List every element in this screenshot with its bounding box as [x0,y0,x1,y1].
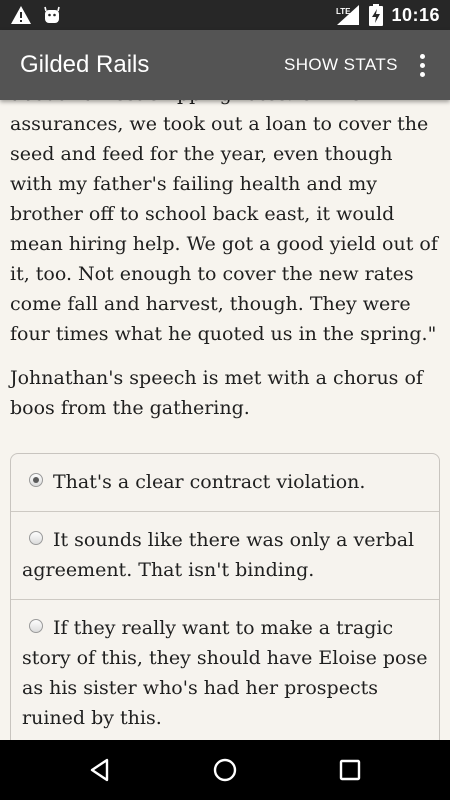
back-icon[interactable] [86,755,116,785]
android-icon [44,6,60,23]
radio-selected-icon[interactable] [29,473,43,487]
lte-signal-icon: LTE [336,5,360,25]
battery-charging-icon [369,4,384,26]
warning-icon [11,6,31,24]
more-vert-icon[interactable] [412,52,432,80]
network-label: LTE [336,7,351,16]
radio-unselected-icon[interactable] [29,619,43,633]
home-icon[interactable] [210,755,240,785]
app-title: Gilded Rails [20,51,150,78]
recents-icon[interactable] [335,755,365,785]
choice-label: That's a clear contract violation. [53,471,366,493]
app-bar: Gilded Rails SHOW STATS [0,30,450,100]
status-time: 10:16 [391,4,440,25]
choice-option-1[interactable]: That's a clear contract violation. [11,454,439,511]
story-content[interactable]: about harvest shipping rates. On his ass… [0,100,450,740]
choice-label: If they really want to make a tragic sto… [22,617,428,729]
navigation-bar [0,740,450,800]
story-paragraph: Johnathan's speech is met with a chorus … [10,367,423,419]
show-stats-button[interactable]: SHOW STATS [284,55,398,75]
choice-option-2[interactable]: It sounds like there was only a verbal a… [11,511,439,599]
status-bar: LTE 10:16 [0,0,450,30]
choice-option-3[interactable]: If they really want to make a tragic sto… [11,599,439,740]
story-text: about harvest shipping rates. On his ass… [10,100,440,437]
story-paragraph: about harvest shipping rates. On his ass… [10,100,438,345]
radio-unselected-icon[interactable] [29,531,43,545]
choice-list: That's a clear contract violation. It so… [10,453,440,740]
choice-label: It sounds like there was only a verbal a… [22,529,415,581]
